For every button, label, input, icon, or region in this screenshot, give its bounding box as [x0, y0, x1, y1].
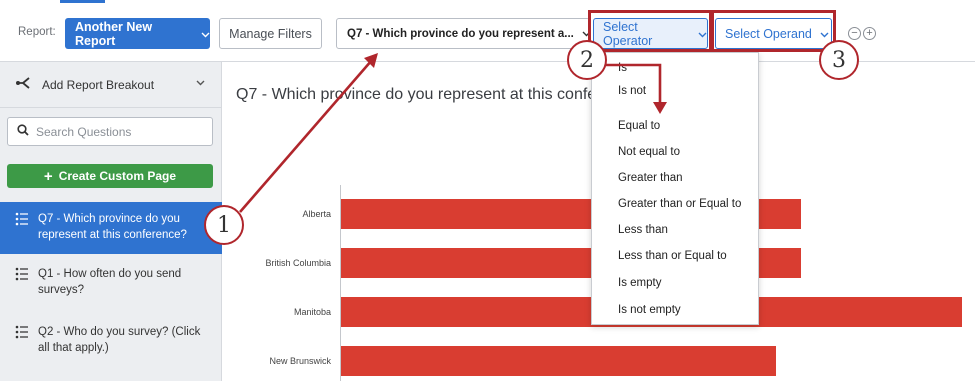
operator-option[interactable]: Greater than or Equal to — [618, 198, 741, 210]
sidebar-question-q7[interactable]: Q7 - Which province do you represent at … — [0, 202, 222, 254]
add-filter-icon[interactable]: + — [863, 27, 876, 40]
chevron-down-icon — [201, 27, 210, 41]
remove-filter-icon[interactable]: − — [848, 27, 861, 40]
report-label: Report: — [18, 26, 56, 38]
callout-3: 3 — [819, 40, 859, 80]
page-title: Q7 - Which province do you represent at … — [236, 86, 646, 103]
breakout-icon — [16, 76, 32, 93]
list-icon — [15, 325, 29, 368]
operator-option[interactable]: Less than or Equal to — [618, 250, 727, 262]
operator-option[interactable]: Is not empty — [618, 304, 681, 316]
create-custom-page-label: Create Custom Page — [58, 169, 177, 183]
operator-option[interactable]: Is not — [618, 85, 646, 97]
search-icon — [17, 124, 29, 139]
question-text: Q2 - Who do you survey? (Click all that … — [38, 324, 200, 368]
question-filter-label: Q7 - Which province do you represent a..… — [347, 27, 574, 40]
search-placeholder: Search Questions — [36, 124, 132, 139]
create-custom-page-button[interactable]: + Create Custom Page — [7, 164, 213, 188]
chevron-down-icon — [196, 77, 205, 89]
list-icon — [15, 267, 29, 310]
question-line: Q1 - How often do you send — [38, 268, 182, 280]
question-text: Q7 - Which province do you represent at … — [38, 211, 187, 254]
question-sidebar: Add Report Breakout Search Questions + C… — [0, 62, 222, 381]
list-icon — [15, 212, 29, 254]
report-select-button[interactable]: Another New Report — [65, 18, 210, 49]
question-line: Q2 - Who do you survey? (Click — [38, 326, 201, 338]
callout-2: 2 — [567, 40, 607, 80]
arrow-to-question-select — [239, 59, 373, 213]
plus-icon: + — [43, 167, 53, 185]
operator-option[interactable]: Less than — [618, 224, 668, 236]
manage-filters-button[interactable]: Manage Filters — [219, 18, 322, 49]
search-questions-input[interactable]: Search Questions — [7, 117, 213, 146]
operator-option[interactable]: Is — [618, 62, 627, 74]
question-line: represent at this conference? — [38, 229, 187, 241]
chart-category-label: British Columbia — [265, 258, 331, 268]
question-line: surveys? — [38, 284, 85, 296]
chart-category-label: Manitoba — [293, 307, 331, 317]
callout-1: 1 — [204, 205, 244, 245]
operator-option[interactable]: Is empty — [618, 277, 661, 289]
highlight-operator-box — [588, 10, 712, 52]
operator-option[interactable]: Equal to — [618, 120, 660, 132]
active-tab-indicator — [60, 0, 105, 3]
operator-dropdown-menu: Is Is not Equal to Not equal to Greater than… — [591, 52, 759, 325]
chart-bar — [341, 346, 776, 376]
add-report-breakout-button[interactable]: Add Report Breakout — [0, 62, 222, 108]
breakout-label: Add Report Breakout — [42, 77, 155, 92]
sidebar-question-q1[interactable]: Q1 - How often do you send surveys? — [0, 266, 222, 310]
operator-option[interactable]: Not equal to — [618, 146, 680, 158]
operator-option[interactable]: Greater than — [618, 172, 683, 184]
sidebar-question-q2[interactable]: Q2 - Who do you survey? (Click all that … — [0, 324, 222, 368]
question-filter-select[interactable]: Q7 - Which province do you represent a..… — [336, 18, 591, 49]
question-line: Q7 - Which province do you — [38, 213, 180, 225]
question-line: all that apply.) — [38, 342, 109, 354]
chart-category-label: New Brunswick — [269, 356, 331, 366]
report-select-label: Another New Report — [75, 19, 153, 48]
highlight-operand-box — [711, 10, 836, 52]
question-text: Q1 - How often do you send surveys? — [38, 266, 181, 310]
